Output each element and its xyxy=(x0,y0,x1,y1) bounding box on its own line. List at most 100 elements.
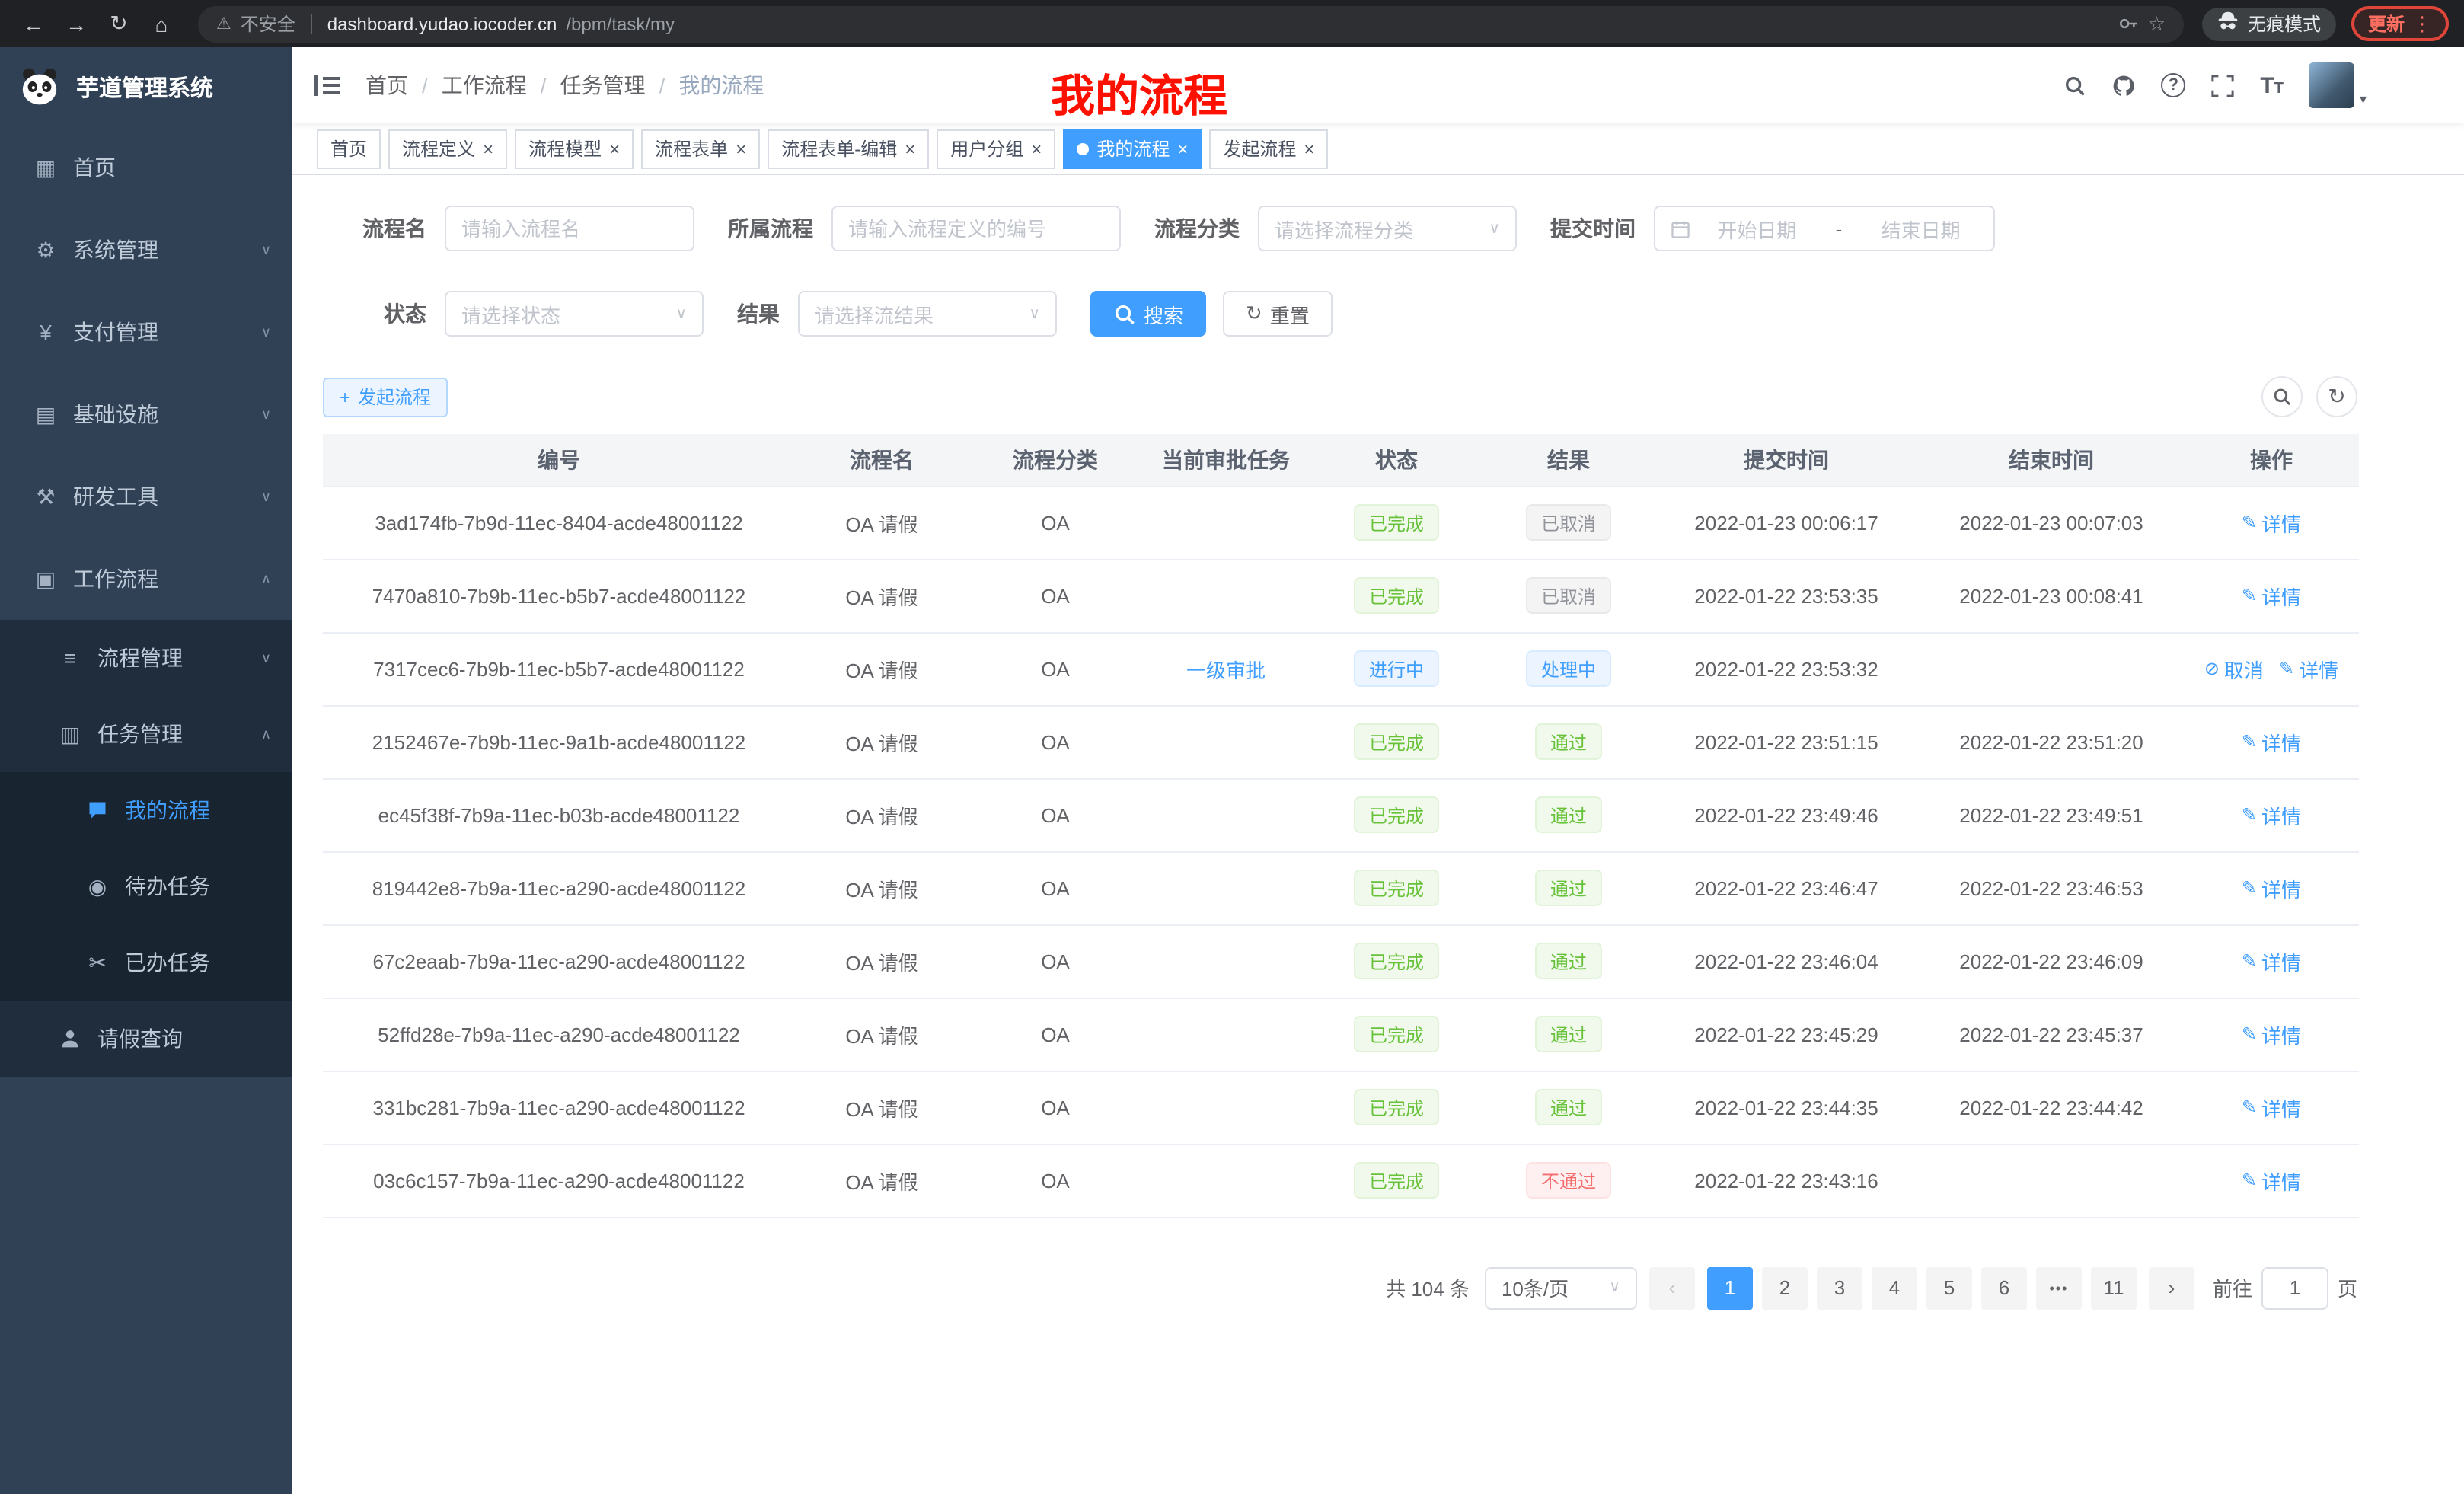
toggle-search-button[interactable] xyxy=(2261,376,2303,417)
page-button-6[interactable]: 6 xyxy=(1981,1266,2027,1309)
col-submit-time: 提交时间 xyxy=(1654,434,1919,486)
sidebar-item-workflow[interactable]: ▣ 工作流程 ∧ xyxy=(0,538,292,620)
browser-update-button[interactable]: 更新 ⋮ xyxy=(2351,6,2449,41)
reset-button[interactable]: ↻ 重置 xyxy=(1223,291,1333,337)
reset-button-label: 重置 xyxy=(1270,299,1310,328)
status-select[interactable]: 请选择状态 ∨ xyxy=(445,291,704,337)
breadcrumb-item[interactable]: 首页 xyxy=(365,70,408,101)
avatar[interactable] xyxy=(2309,62,2355,108)
sidebar-item-system[interactable]: ⚙ 系统管理 ∨ xyxy=(0,209,292,291)
tab-流程模型[interactable]: 流程模型× xyxy=(515,129,634,168)
tab-发起流程[interactable]: 发起流程× xyxy=(1209,129,1328,168)
password-key-icon[interactable] xyxy=(2119,14,2139,34)
breadcrumb-item[interactable]: 工作流程 xyxy=(442,70,527,101)
result-select[interactable]: 请选择流结果 ∨ xyxy=(798,291,1057,337)
filter-category: 流程分类 请选择流程分类 ∨ xyxy=(1154,206,1517,251)
page-button-5[interactable]: 5 xyxy=(1926,1266,1972,1309)
goto-page-input[interactable] xyxy=(2261,1266,2328,1309)
detail-link[interactable]: ✎详情 xyxy=(2242,508,2301,537)
tab-首页[interactable]: 首页 xyxy=(317,129,381,168)
detail-link[interactable]: ✎详情 xyxy=(2242,947,2301,975)
start-process-button[interactable]: + 发起流程 xyxy=(323,377,448,417)
page-button-3[interactable]: 3 xyxy=(1817,1266,1862,1309)
search-button[interactable]: 搜索 xyxy=(1090,291,1206,337)
cell-submit-time: 2022-01-22 23:44:35 xyxy=(1654,1071,1919,1144)
detail-link[interactable]: ✎详情 xyxy=(2242,1166,2301,1195)
sidebar-item-leave-query[interactable]: 请假查询 xyxy=(0,1001,292,1077)
cell-name: OA 请假 xyxy=(795,998,969,1071)
github-icon[interactable] xyxy=(2112,74,2135,97)
refresh-table-button[interactable]: ↻ xyxy=(2316,376,2357,417)
sidebar-item-payment[interactable]: ¥ 支付管理 ∨ xyxy=(0,291,292,373)
sidebar-item-task-management[interactable]: ▥ 任务管理 ∧ xyxy=(0,696,292,772)
breadcrumb-item[interactable]: 任务管理 xyxy=(560,70,646,101)
browser-back-icon[interactable]: ← xyxy=(15,5,52,42)
user-menu[interactable]: ▾ xyxy=(2309,62,2367,108)
sidebar-item-infrastructure[interactable]: ▤ 基础设施 ∨ xyxy=(0,373,292,455)
process-input[interactable] xyxy=(848,217,1104,240)
detail-link[interactable]: ✎详情 xyxy=(2242,727,2301,756)
cell-current-task: 一级审批 xyxy=(1142,632,1310,705)
filter-name: 流程名 xyxy=(343,206,694,251)
page-ellipsis[interactable]: ••• xyxy=(2036,1266,2082,1309)
page-button-2[interactable]: 2 xyxy=(1762,1266,1808,1309)
detail-link[interactable]: ✎详情 xyxy=(2242,800,2301,829)
browser-forward-icon[interactable]: → xyxy=(58,5,94,42)
cell-category: OA xyxy=(969,1071,1142,1144)
cell-end-time: 2022-01-22 23:49:51 xyxy=(1919,778,2184,851)
tab-流程表单[interactable]: 流程表单 × xyxy=(641,129,760,168)
name-input[interactable] xyxy=(461,217,678,240)
cell-name: OA 请假 xyxy=(795,924,969,998)
sidebar-item-devtools[interactable]: ⚒ 研发工具 ∨ xyxy=(0,455,292,538)
filter-submit-time: 提交时间 开始日期 - 结束日期 xyxy=(1550,206,1995,251)
tab-label: 流程表单 xyxy=(655,136,728,161)
browser-home-icon[interactable]: ⌂ xyxy=(143,5,180,42)
fullscreen-icon[interactable] xyxy=(2211,74,2234,97)
sidebar-item-home[interactable]: ▦ 首页 xyxy=(0,126,292,209)
prev-page-button[interactable]: ‹ xyxy=(1649,1266,1695,1309)
cancel-link[interactable]: ⊘取消 xyxy=(2204,654,2264,683)
tab-用户分组[interactable]: 用户分组× xyxy=(937,129,1055,168)
browser-reload-icon[interactable]: ↻ xyxy=(101,5,137,42)
sidebar-item-my-process[interactable]: 我的流程 xyxy=(0,772,292,848)
detail-link[interactable]: ✎详情 xyxy=(2242,873,2301,902)
page-button-11[interactable]: 11 xyxy=(2091,1266,2137,1309)
cell-category: OA xyxy=(969,632,1142,705)
detail-link[interactable]: ✎详情 xyxy=(2242,581,2301,610)
cell-actions: ✎详情 xyxy=(2184,924,2359,998)
bookmark-star-icon[interactable]: ☆ xyxy=(2148,11,2166,36)
tab-close-icon[interactable]: × xyxy=(736,139,746,158)
detail-link[interactable]: ✎详情 xyxy=(2279,654,2338,683)
cell-id: 7317cec6-7b9b-11ec-b5b7-acde48001122 xyxy=(323,632,795,705)
sidebar-item-done-tasks[interactable]: ✂ 已办任务 xyxy=(0,924,292,1001)
address-bar[interactable]: ⚠ 不安全 dashboard.yudao.iocoder.cn /bpm/ta… xyxy=(198,5,2184,42)
category-select[interactable]: 请选择流程分类 ∨ xyxy=(1258,206,1517,251)
chevron-down-icon: ∨ xyxy=(261,324,271,340)
page-button-4[interactable]: 4 xyxy=(1872,1266,1917,1309)
tab-close-icon[interactable]: × xyxy=(609,139,620,158)
status-tag: 已完成 xyxy=(1354,796,1439,833)
tab-close-icon[interactable]: × xyxy=(1304,139,1314,158)
tab-close-icon[interactable]: × xyxy=(1177,139,1188,158)
tab-close-icon[interactable]: × xyxy=(905,139,915,158)
detail-link[interactable]: ✎详情 xyxy=(2242,1093,2301,1122)
tab-流程定义[interactable]: 流程定义× xyxy=(388,129,507,168)
sidebar-item-process-management[interactable]: ≡ 流程管理 ∨ xyxy=(0,620,292,696)
page-size-select[interactable]: 10条/页 ∨ xyxy=(1485,1266,1637,1309)
hamburger-icon[interactable] xyxy=(314,73,341,97)
next-page-button[interactable]: › xyxy=(2149,1266,2194,1309)
search-icon[interactable] xyxy=(2063,74,2086,97)
browser-menu-icon[interactable]: ⋮ xyxy=(2412,11,2432,36)
sidebar-item-todo-tasks[interactable]: ◉ 待办任务 xyxy=(0,848,292,924)
detail-link[interactable]: ✎详情 xyxy=(2242,1020,2301,1049)
help-icon[interactable]: ? xyxy=(2161,73,2185,97)
cell-category: OA xyxy=(969,1144,1142,1217)
tab-close-icon[interactable]: × xyxy=(483,139,493,158)
page-button-1[interactable]: 1 xyxy=(1707,1266,1753,1309)
tab-close-icon[interactable]: × xyxy=(1031,139,1042,158)
font-size-icon[interactable]: TT xyxy=(2260,72,2284,98)
tab-我的流程[interactable]: 我的流程× xyxy=(1063,129,1202,168)
tab-流程表单-编辑[interactable]: 流程表单-编辑× xyxy=(768,129,929,168)
current-task-link[interactable]: 一级审批 xyxy=(1186,654,1266,683)
date-range-picker[interactable]: 开始日期 - 结束日期 xyxy=(1654,206,1995,251)
